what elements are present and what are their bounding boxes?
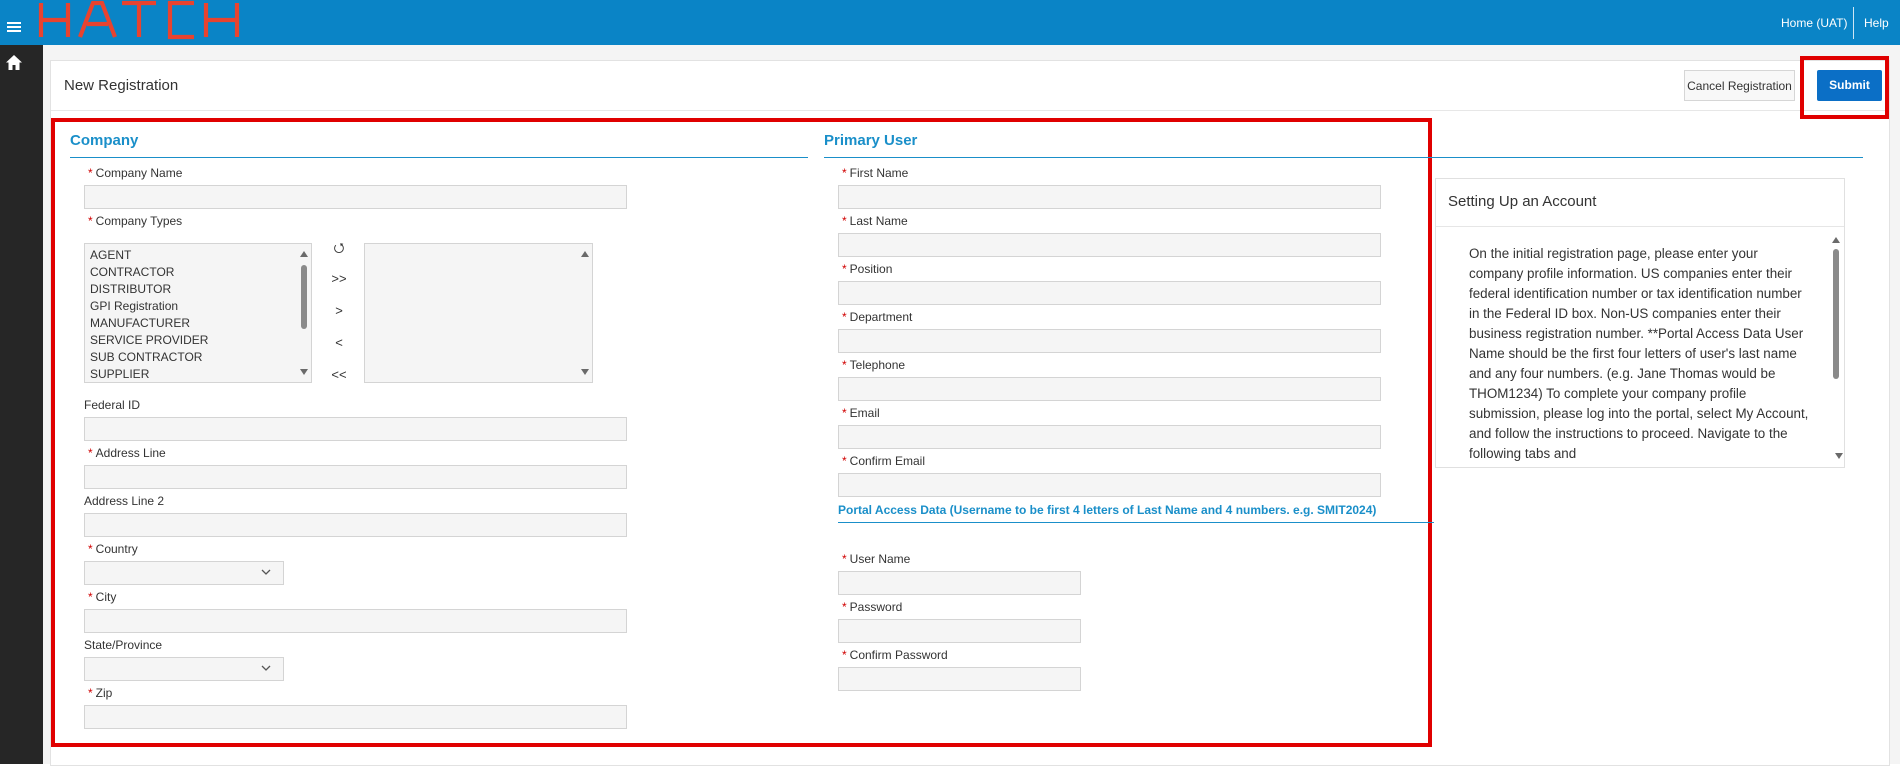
address-line-input[interactable]: [84, 465, 627, 489]
first-name-label: * First Name: [842, 166, 909, 180]
position-input[interactable]: [838, 281, 1381, 305]
primary-user-section-title: Primary User: [824, 132, 918, 149]
telephone-input[interactable]: [838, 377, 1381, 401]
list-item[interactable]: SERVICE PROVIDER: [85, 332, 297, 349]
help-card-title: Setting Up an Account: [1448, 193, 1597, 210]
user-name-input[interactable]: [838, 571, 1081, 595]
scroll-down-icon[interactable]: [300, 369, 308, 375]
top-bar: Home (UAT) Help: [0, 0, 1900, 45]
list-item[interactable]: DISTRIBUTOR: [85, 281, 297, 298]
country-label: * Country: [88, 542, 138, 556]
email-label: * Email: [842, 406, 880, 420]
home-link[interactable]: Home (UAT): [1781, 0, 1847, 45]
hatch-logo[interactable]: [38, 0, 243, 40]
last-name-input[interactable]: [838, 233, 1381, 257]
chevron-down-icon: [261, 569, 271, 575]
scroll-down-icon[interactable]: [581, 369, 589, 375]
home-icon[interactable]: [5, 54, 23, 72]
confirm-password-label: * Confirm Password: [842, 648, 948, 662]
zip-input[interactable]: [84, 705, 627, 729]
list-scrollbar[interactable]: [298, 245, 310, 381]
list-scrollbar[interactable]: [579, 245, 591, 381]
department-input[interactable]: [838, 329, 1381, 353]
address-line-label: * Address Line: [88, 446, 166, 460]
shuttle-remove-button[interactable]: <: [329, 335, 349, 350]
country-select[interactable]: [84, 561, 284, 585]
primary-user-section-divider: [824, 157, 1863, 158]
confirm-password-input[interactable]: [838, 667, 1081, 691]
help-card-viewport[interactable]: On the initial registration page, please…: [1436, 227, 1844, 467]
list-item[interactable]: MANUFACTURER: [85, 315, 297, 332]
portal-access-title: Portal Access Data (Username to be first…: [838, 503, 1377, 517]
list-item[interactable]: CONTRACTOR: [85, 264, 297, 281]
federal-id-label: Federal ID: [84, 398, 141, 412]
portal-access-divider: [838, 522, 1434, 523]
scroll-thumb[interactable]: [301, 265, 307, 329]
position-label: * Position: [842, 262, 893, 276]
user-name-label: * User Name: [842, 552, 911, 566]
list-item[interactable]: AGENT: [85, 247, 297, 264]
list-item[interactable]: GPI Registration: [85, 298, 297, 315]
submit-button[interactable]: Submit: [1817, 70, 1882, 101]
state-province-select[interactable]: [84, 657, 284, 681]
scroll-up-icon[interactable]: [1832, 237, 1840, 243]
company-name-label: * Company Name: [88, 166, 183, 180]
chevron-down-icon: [261, 665, 271, 671]
city-label: * City: [88, 590, 117, 604]
city-input[interactable]: [84, 609, 627, 633]
left-sidebar: [0, 45, 43, 764]
help-link[interactable]: Help: [1864, 0, 1889, 45]
company-section-divider: [70, 157, 808, 158]
company-types-label: * Company Types: [88, 214, 183, 228]
header-divider: [51, 110, 1888, 111]
department-label: * Department: [842, 310, 913, 324]
confirm-email-input[interactable]: [838, 473, 1381, 497]
company-types-selected-list[interactable]: [364, 243, 593, 383]
address-line2-label: Address Line 2: [84, 494, 165, 508]
password-input[interactable]: [838, 619, 1081, 643]
help-card: Setting Up an Account On the initial reg…: [1435, 178, 1845, 468]
state-province-label: State/Province: [84, 638, 163, 652]
topbar-separator: [1853, 7, 1854, 39]
list-item[interactable]: SUB CONTRACTOR: [85, 349, 297, 366]
hamburger-icon[interactable]: [6, 20, 22, 36]
first-name-input[interactable]: [838, 185, 1381, 209]
help-card-scrollbar[interactable]: [1830, 235, 1842, 379]
page-title: New Registration: [64, 77, 179, 94]
company-section-title: Company: [70, 132, 139, 149]
shuttle-remove-all-button[interactable]: <<: [329, 367, 349, 382]
address-line2-input[interactable]: [84, 513, 627, 537]
shuttle-reset-icon[interactable]: ⭯: [329, 239, 349, 261]
confirm-email-label: * Confirm Email: [842, 454, 926, 468]
password-label: * Password: [842, 600, 903, 614]
help-card-body: On the initial registration page, please…: [1469, 246, 1809, 461]
scroll-up-icon[interactable]: [300, 251, 308, 257]
federal-id-input[interactable]: [84, 417, 627, 441]
cancel-registration-button[interactable]: Cancel Registration: [1684, 70, 1795, 101]
shuttle-move-all-button[interactable]: >>: [329, 271, 349, 286]
scroll-down-icon[interactable]: [1835, 453, 1843, 459]
scroll-up-icon[interactable]: [581, 251, 589, 257]
telephone-label: * Telephone: [842, 358, 906, 372]
list-item[interactable]: SUPPLIER: [85, 366, 297, 383]
zip-label: * Zip: [88, 686, 113, 700]
scroll-thumb[interactable]: [1833, 249, 1839, 379]
last-name-label: * Last Name: [842, 214, 908, 228]
company-name-input[interactable]: [84, 185, 627, 209]
shuttle-move-button[interactable]: >: [329, 303, 349, 318]
email-input[interactable]: [838, 425, 1381, 449]
company-types-available-list[interactable]: AGENT CONTRACTOR DISTRIBUTOR GPI Registr…: [84, 243, 312, 383]
